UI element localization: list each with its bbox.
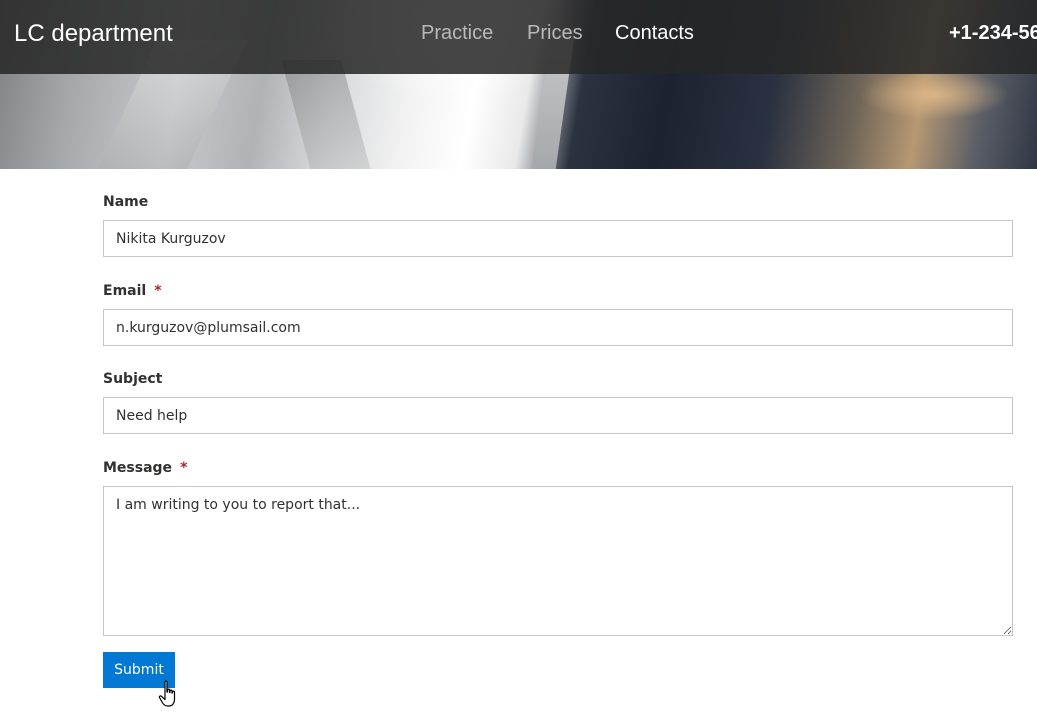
subject-input[interactable]: [103, 397, 1013, 434]
message-textarea[interactable]: I am writing to you to report that...: [103, 486, 1013, 636]
email-label-text: Email: [103, 283, 147, 299]
nav-link-practice[interactable]: Practice: [421, 22, 493, 45]
email-label: Email *: [103, 283, 162, 299]
top-navbar: LC department Practice Prices Contacts +…: [0, 0, 1037, 74]
submit-button[interactable]: Submit: [103, 652, 175, 688]
subject-label: Subject: [103, 371, 162, 387]
subject-label-text: Subject: [103, 371, 163, 387]
message-label-text: Message: [103, 460, 173, 476]
nav-link-prices[interactable]: Prices: [527, 22, 583, 45]
name-label: Name: [103, 194, 148, 210]
phone-number[interactable]: +1-234-56: [949, 22, 1037, 45]
name-label-text: Name: [103, 194, 149, 210]
nav-link-contacts[interactable]: Contacts: [615, 22, 694, 45]
message-label: Message *: [103, 460, 187, 476]
required-marker: *: [154, 283, 162, 299]
hero-image-detail: [281, 60, 379, 169]
brand-logo[interactable]: LC department: [14, 20, 173, 48]
hero-image-detail: [860, 70, 1010, 120]
required-marker: *: [180, 460, 188, 476]
name-input[interactable]: [103, 220, 1013, 257]
email-input[interactable]: [103, 309, 1013, 346]
